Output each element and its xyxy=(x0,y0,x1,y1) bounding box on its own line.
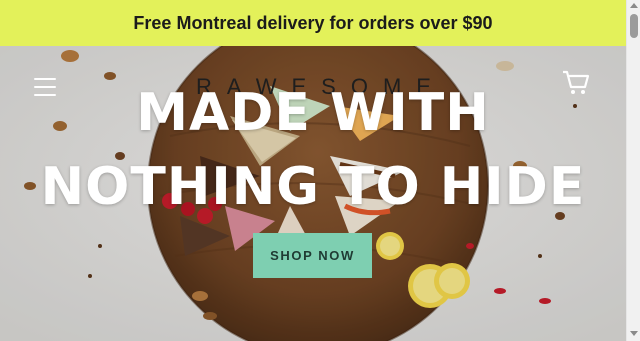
announcement-bar: Free Montreal delivery for orders over $… xyxy=(0,0,626,46)
scroll-down-arrow-icon[interactable] xyxy=(630,331,638,336)
scrollbar[interactable] xyxy=(626,0,640,341)
hero-headline-line2: NOTHING TO HIDE xyxy=(40,157,586,217)
shop-now-button[interactable]: SHOP NOW xyxy=(253,233,372,278)
scroll-up-arrow-icon[interactable] xyxy=(630,3,638,8)
scroll-thumb[interactable] xyxy=(630,14,638,38)
hero-banner: RAWESOME MADE WITH NOTHING TO HIDE SHOP … xyxy=(0,46,626,341)
hero-headline-line1: MADE WITH xyxy=(136,83,490,143)
hero-headline: MADE WITH NOTHING TO HIDE xyxy=(20,76,606,224)
announcement-text: Free Montreal delivery for orders over $… xyxy=(133,12,493,33)
